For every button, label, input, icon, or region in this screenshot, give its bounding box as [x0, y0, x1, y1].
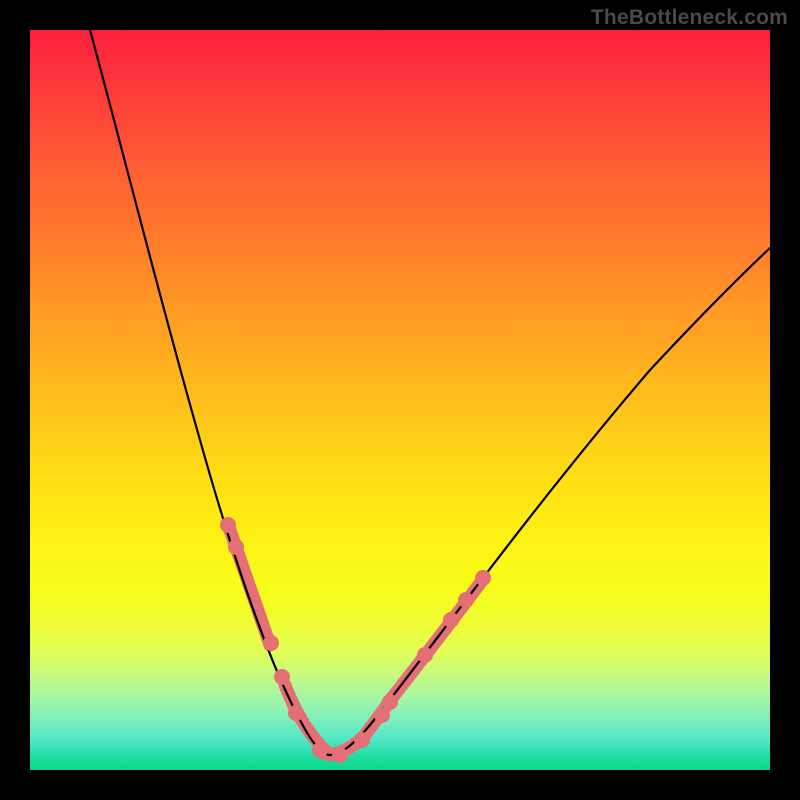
- dot: [274, 669, 290, 685]
- dot: [354, 732, 370, 748]
- dot: [228, 539, 244, 555]
- curve-layer: [30, 30, 770, 770]
- dot: [312, 742, 328, 758]
- dot: [288, 705, 304, 721]
- dot: [458, 592, 474, 608]
- plot-area: [30, 30, 770, 770]
- dot: [332, 747, 348, 763]
- curve-left-branch: [90, 30, 330, 755]
- curve-right-branch: [330, 248, 770, 755]
- dot: [382, 694, 398, 710]
- highlight-dots: [220, 517, 491, 763]
- dot: [443, 612, 459, 628]
- dot: [475, 570, 491, 586]
- dot: [417, 647, 433, 663]
- dot: [263, 635, 279, 651]
- dot: [220, 517, 236, 533]
- chart-stage: TheBottleneck.com: [0, 0, 800, 800]
- watermark-text: TheBottleneck.com: [591, 6, 788, 30]
